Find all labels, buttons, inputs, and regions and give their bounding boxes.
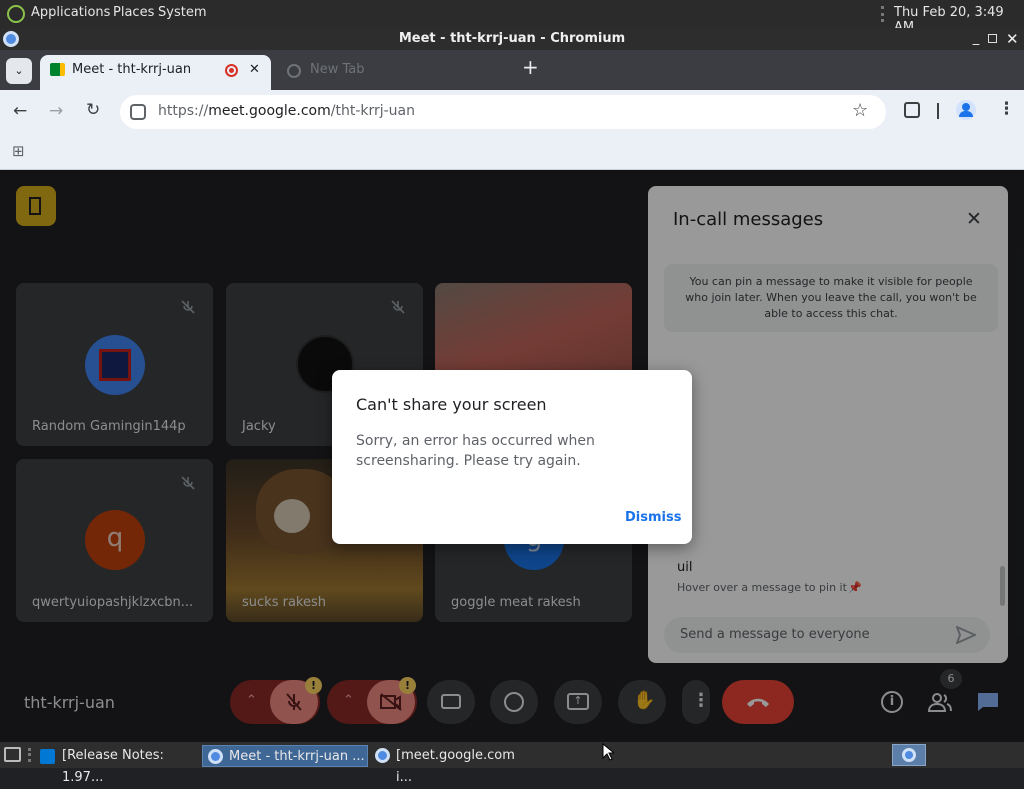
show-desktop-icon[interactable] xyxy=(4,747,21,762)
maximize-icon[interactable] xyxy=(988,34,997,43)
mouse-cursor-icon xyxy=(602,743,614,761)
desktop-top-panel: Applications Places System Thu Feb 20, 3… xyxy=(0,0,1024,35)
chromium-icon xyxy=(375,748,390,763)
apps-grid-icon[interactable]: ⊞ xyxy=(12,142,25,160)
desktop-taskbar: [Release Notes: 1.97... Meet - tht-krrj-… xyxy=(0,742,1024,785)
minimize-icon[interactable]: _ xyxy=(970,28,982,50)
url-scheme: https:// xyxy=(158,103,209,119)
taskbar-item-meet-popup[interactable]: [meet.google.com i... xyxy=(370,745,534,785)
back-arrow-icon[interactable]: ← xyxy=(13,101,27,121)
site-info-icon[interactable] xyxy=(130,104,146,120)
extensions-icon[interactable] xyxy=(904,102,920,118)
recording-indicator-icon xyxy=(225,64,238,77)
distro-logo-icon[interactable] xyxy=(7,5,25,23)
tab-search-button[interactable]: ⌄ xyxy=(6,58,32,84)
taskbar-item-label: Meet - tht-krrj-uan ... xyxy=(229,749,365,764)
window-titlebar: Meet - tht-krrj-uan - Chromium _ ✕ xyxy=(0,28,1024,50)
url-path: /tht-krrj-uan xyxy=(330,103,416,119)
toolbar-divider xyxy=(937,103,939,119)
window-title: Meet - tht-krrj-uan - Chromium xyxy=(398,31,626,46)
profile-avatar-icon[interactable] xyxy=(956,100,976,120)
close-tab-icon[interactable]: ✕ xyxy=(249,55,260,85)
screenshare-error-dialog: Can't share your screen Sorry, an error … xyxy=(332,370,692,544)
chromium-icon xyxy=(902,748,916,762)
url-host: meet.google.com xyxy=(208,103,331,119)
browser-menu-icon[interactable]: ⋮ xyxy=(998,99,1015,119)
tab-strip: ⌄ Meet - tht-krrj-uan ✕ New Tab + xyxy=(0,50,1024,90)
bookmark-star-icon[interactable]: ☆ xyxy=(852,100,868,121)
close-window-icon[interactable]: ✕ xyxy=(1006,28,1019,50)
tab-new-tab[interactable]: New Tab xyxy=(275,55,513,90)
dismiss-button[interactable]: Dismiss xyxy=(625,510,681,525)
tab-meet[interactable]: Meet - tht-krrj-uan ✕ xyxy=(40,55,271,90)
taskbar-item-meet[interactable]: Meet - tht-krrj-uan ... xyxy=(202,745,368,767)
menu-places[interactable]: Places xyxy=(113,5,154,20)
dialog-title: Can't share your screen xyxy=(356,395,547,414)
menu-applications[interactable]: Applications xyxy=(31,5,110,20)
taskbar-separator xyxy=(28,748,31,762)
panel-separator xyxy=(881,6,884,22)
address-bar[interactable]: https://meet.google.com/tht-krrj-uan ☆ xyxy=(120,95,886,129)
vscode-icon xyxy=(40,749,55,764)
tab-label: New Tab xyxy=(310,62,365,77)
taskbar-item-label: [meet.google.com i... xyxy=(396,748,515,785)
new-tab-plus-icon[interactable]: + xyxy=(522,55,539,79)
bookmarks-bar: ⊞ xyxy=(0,134,1024,170)
forward-arrow-icon[interactable]: → xyxy=(49,101,63,121)
dialog-body: Sorry, an error has occurred when screen… xyxy=(356,433,595,469)
chromium-icon xyxy=(208,749,223,764)
menu-system[interactable]: System xyxy=(158,5,206,20)
taskbar-item-label: [Release Notes: 1.97... xyxy=(62,748,164,785)
google-meet-favicon-icon xyxy=(50,63,65,76)
workspace-switcher[interactable] xyxy=(892,744,926,766)
tab-label: Meet - tht-krrj-uan xyxy=(72,62,192,77)
taskbar-item-release-notes[interactable]: [Release Notes: 1.97... xyxy=(36,745,200,785)
globe-icon xyxy=(287,64,301,78)
reload-icon[interactable]: ↻ xyxy=(86,100,100,120)
chromium-icon xyxy=(3,31,19,47)
